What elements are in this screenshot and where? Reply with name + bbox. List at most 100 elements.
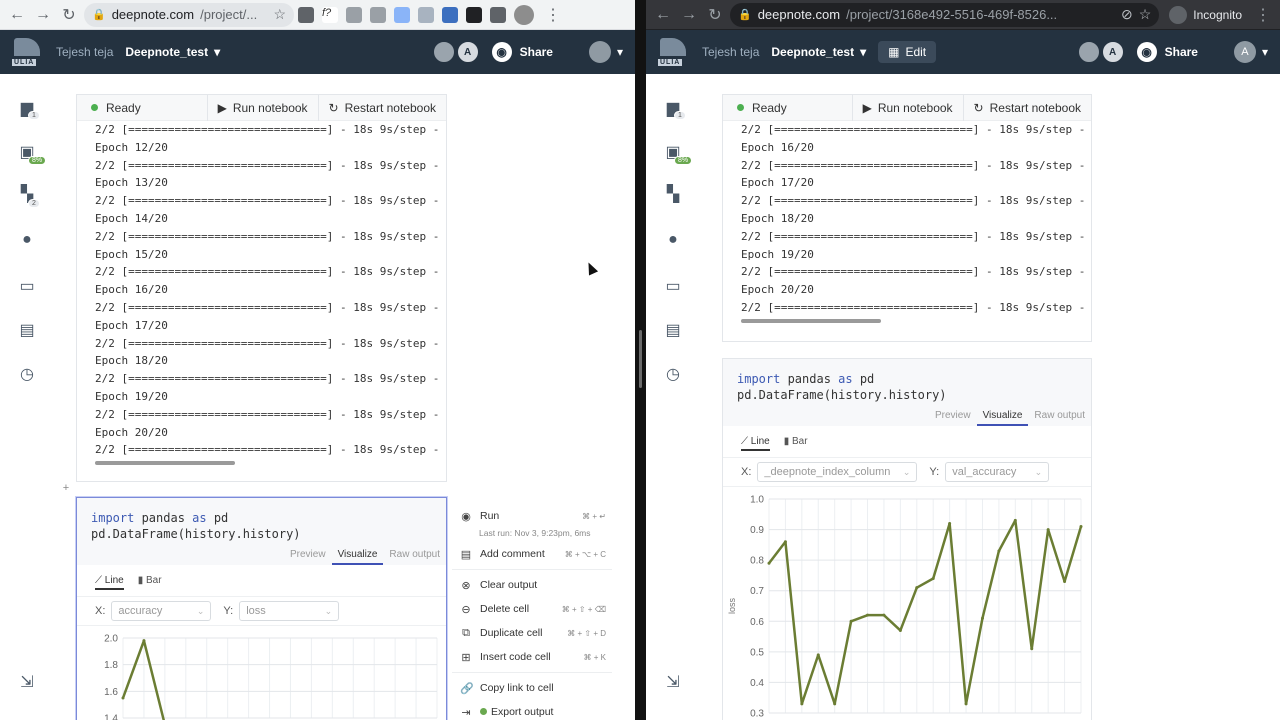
extension-icon[interactable]	[370, 6, 386, 23]
data-point	[898, 628, 902, 632]
horizontal-scrollbar[interactable]	[95, 461, 235, 466]
tab-preview[interactable]: Preview	[929, 407, 977, 426]
share-button[interactable]: ◉ Share	[1136, 42, 1198, 62]
user-menu[interactable]: A ▾	[1233, 41, 1268, 63]
code-editor[interactable]: import pandas as pd pd.DataFrame(history…	[723, 359, 1091, 407]
y-tick-label: 0.9	[750, 525, 764, 536]
back-icon[interactable]: ←	[652, 4, 674, 26]
run-notebook-button[interactable]: ▶ Run notebook	[206, 94, 318, 121]
url-domain: deepnote.com	[111, 7, 195, 22]
sidebar: ▆ 1 ▣ 8% ▚ ● ▭ ▤ ◷ ⇲	[646, 74, 702, 720]
output-line: Epoch 20/20	[741, 283, 814, 297]
data-point	[1063, 580, 1067, 584]
x-axis-select[interactable]: accuracy ⌄	[111, 601, 212, 621]
menu-item-insert-code-cell[interactable]: ⊞ Insert code cell ⌘ + K	[452, 645, 612, 669]
tab-raw-output[interactable]: Raw output	[1028, 407, 1091, 426]
extension-icon[interactable]	[466, 6, 482, 23]
workspace-name[interactable]: Tejesh teja	[702, 45, 759, 59]
code-editor[interactable]: import pandas as pd pd.DataFrame(history…	[77, 498, 446, 546]
menu-item-clear-output[interactable]: ⊗ Clear output	[452, 573, 612, 597]
y-axis-select[interactable]: loss ⌄	[239, 601, 340, 621]
reload-icon[interactable]: ↻	[58, 4, 80, 26]
extension-icon[interactable]	[394, 6, 410, 23]
export-icon: ⇥	[461, 706, 471, 719]
user-menu[interactable]: ▾	[588, 41, 623, 63]
extension-icon[interactable]	[418, 6, 434, 23]
integrations-icon[interactable]: ▚	[663, 184, 683, 204]
avatar[interactable]: A	[1100, 40, 1125, 64]
tab-bar[interactable]: ▮ Bar	[784, 436, 808, 451]
terminal-icon[interactable]: ▭	[663, 276, 683, 296]
extension-icon[interactable]	[442, 6, 458, 23]
more-icon[interactable]: ⋮	[542, 4, 564, 26]
workspace-name[interactable]: Tejesh teja	[56, 45, 113, 59]
tab-raw-output[interactable]: Raw output	[383, 546, 446, 565]
menu-item-copy-link[interactable]: 🔗 Copy link to cell	[452, 676, 612, 700]
eye-off-icon[interactable]: ⊘	[1121, 6, 1133, 23]
data-point	[948, 521, 952, 525]
horizontal-scrollbar[interactable]	[741, 318, 881, 323]
terminal-icon[interactable]: ▭	[17, 276, 37, 296]
puzzle-icon[interactable]	[490, 6, 506, 23]
run-notebook-button[interactable]: ▶ Run notebook	[851, 94, 963, 121]
code-cell[interactable]: import pandas as pd pd.DataFrame(history…	[722, 358, 1092, 720]
menu-item-add-comment[interactable]: ▤ Add comment ⌘ + ⌥ + C	[452, 542, 612, 566]
extension-icon[interactable]	[298, 6, 314, 23]
project-name[interactable]: Deepnote_test ▾	[125, 45, 220, 59]
x-axis-select[interactable]: _deepnote_index_column ⌄	[757, 462, 918, 482]
back-icon[interactable]: ←	[6, 4, 28, 26]
code-cell[interactable]: import pandas as pd pd.DataFrame(history…	[76, 497, 447, 720]
output-cell[interactable]: Ready ▶ Run notebook ↻ Restart notebook 2/…	[722, 94, 1092, 342]
caret-down-icon: ▾	[214, 45, 221, 59]
line-chart-icon: ⟋	[95, 575, 105, 586]
avatar[interactable]	[431, 40, 456, 64]
forward-icon[interactable]: →	[678, 4, 700, 26]
forward-icon[interactable]: →	[32, 4, 54, 26]
tab-line[interactable]: ⟋ Line	[741, 436, 770, 451]
extension-icon[interactable]	[346, 6, 362, 23]
reload-icon[interactable]: ↻	[704, 4, 726, 26]
y-axis-select[interactable]: val_accuracy ⌄	[945, 462, 1050, 482]
more-icon[interactable]: ⋮	[1252, 4, 1274, 26]
profile-avatar[interactable]	[514, 4, 534, 25]
avatar[interactable]	[1076, 40, 1101, 64]
menu-item-export-output[interactable]: ⇥ Export output	[452, 700, 612, 720]
bookmark-star-icon[interactable]: ☆	[273, 6, 286, 23]
output-line: Epoch 18/20	[741, 211, 814, 225]
output-cell[interactable]: Ready ▶ Run notebook ↻ Restart notebook 2/…	[76, 94, 447, 482]
restart-notebook-button[interactable]: ↻ Restart notebook	[317, 94, 446, 121]
history-icon[interactable]: ◷	[17, 364, 37, 384]
menu-item-delete-cell[interactable]: ⊖ Delete cell ⌘ + ⇧ + ⌫	[452, 597, 612, 621]
comments-icon[interactable]: ▤	[663, 320, 683, 340]
tab-visualize[interactable]: Visualize	[331, 546, 384, 565]
avatar[interactable]: A	[455, 40, 480, 64]
tab-bar[interactable]: ▮ Bar	[138, 575, 162, 590]
resize-handle[interactable]	[639, 330, 642, 388]
logout-icon[interactable]: ⇲	[17, 672, 37, 692]
logout-icon[interactable]: ⇲	[663, 672, 683, 692]
menu-item-run[interactable]: ◉ Run ⌘ + ↵	[452, 504, 612, 528]
github-icon[interactable]: ●	[17, 230, 37, 250]
add-cell-icon[interactable]: +	[60, 482, 72, 494]
comments-icon[interactable]: ▤	[17, 320, 37, 340]
edit-mode-button[interactable]: ▦ Edit	[878, 41, 937, 63]
tab-visualize[interactable]: Visualize	[976, 407, 1029, 426]
tab-preview[interactable]: Preview	[284, 546, 332, 565]
restart-notebook-button[interactable]: ↻ Restart notebook	[962, 94, 1091, 121]
code-text: pd	[852, 372, 875, 386]
share-button[interactable]: ◉ Share	[491, 42, 553, 62]
tab-line[interactable]: ⟋ Line	[95, 575, 124, 590]
menu-item-duplicate-cell[interactable]: ⧉ Duplicate cell ⌘ + ⇧ + D	[452, 621, 612, 645]
workspace-logo[interactable]: ULIA	[12, 38, 44, 66]
incognito-indicator[interactable]: Incognito	[1163, 5, 1248, 24]
history-icon[interactable]: ◷	[663, 364, 683, 384]
y-tick-label: 1.8	[104, 660, 118, 671]
address-bar[interactable]: 🔒 deepnote.com/project/3168e492-5516-469…	[730, 2, 1160, 27]
github-icon[interactable]: ●	[663, 230, 683, 250]
project-name[interactable]: Deepnote_test ▾	[771, 45, 866, 59]
address-bar[interactable]: 🔒 deepnote.com/project/... ☆	[84, 2, 294, 27]
extension-icon[interactable]: f?	[322, 6, 338, 23]
window-divider[interactable]	[635, 0, 646, 720]
bookmark-star-icon[interactable]: ☆	[1139, 6, 1152, 23]
workspace-logo[interactable]: ULIA	[658, 38, 690, 66]
